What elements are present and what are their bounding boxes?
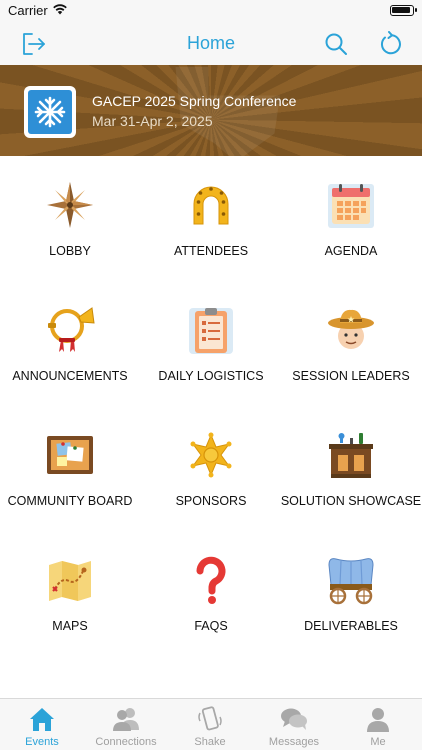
snowflake-logo-icon <box>34 96 66 128</box>
menu-item-daily-logistics[interactable]: DAILY LOGISTICS <box>141 281 281 406</box>
page-title: Home <box>186 33 235 53</box>
shake-phone-icon <box>198 706 222 731</box>
refresh-icon <box>380 31 401 55</box>
menu-item-solution-showcase[interactable]: SOLUTION SHOWCASE <box>281 406 421 531</box>
people-icon <box>113 708 139 731</box>
tab-events[interactable]: Events <box>0 699 84 750</box>
home-icon <box>30 708 54 731</box>
menu-item-attendees[interactable]: ATTENDEES <box>141 156 281 281</box>
cowboy-icon <box>328 309 374 349</box>
tab-label: Shake <box>194 736 226 748</box>
banner-texas-shape <box>175 67 280 156</box>
tab-label: Messages <box>268 736 320 748</box>
tab-label: Connections <box>95 736 157 748</box>
menu-item-deliverables[interactable]: DELIVERABLES <box>281 531 421 656</box>
event-menu-grid: LOBBY ATTENDEES AGENDA ANNOUNCEMENTS DAI… <box>0 156 422 698</box>
menu-item-label: COMMUNITY BOARD <box>7 494 133 508</box>
tab-me[interactable]: Me <box>336 699 420 750</box>
covered-wagon-icon <box>328 558 374 605</box>
menu-item-maps[interactable]: MAPS <box>0 531 140 656</box>
person-icon <box>367 708 389 732</box>
menu-item-label: DELIVERABLES <box>304 619 398 633</box>
menu-item-label: FAQS <box>194 619 228 633</box>
carrier-label: Carrier <box>8 3 48 18</box>
navigation-bar: Home <box>0 22 422 65</box>
question-mark-icon <box>196 556 226 604</box>
menu-item-label: ANNOUNCEMENTS <box>12 369 128 383</box>
menu-item-label: LOBBY <box>49 244 91 258</box>
compass-rose-icon <box>47 182 93 228</box>
menu-item-faqs[interactable]: FAQS <box>141 531 281 656</box>
treasure-map-icon <box>49 561 91 601</box>
status-bar: Carrier <box>0 0 422 22</box>
bugle-horn-icon <box>48 307 95 352</box>
menu-item-label: MAPS <box>52 619 88 633</box>
menu-item-community-board[interactable]: COMMUNITY BOARD <box>0 406 140 531</box>
menu-item-label: ATTENDEES <box>173 244 249 258</box>
menu-item-session-leaders[interactable]: SESSION LEADERS <box>281 281 421 406</box>
tab-label: Me <box>370 736 386 748</box>
event-dates: Mar 31-Apr 2, 2025 <box>92 113 213 129</box>
cork-board-icon <box>47 436 93 474</box>
search-icon <box>325 33 347 55</box>
event-name: GACEP 2025 Spring Conference <box>92 93 297 109</box>
menu-item-label: SPONSORS <box>175 494 247 508</box>
tab-connections[interactable]: Connections <box>84 699 168 750</box>
tab-bar: Events Connections Shake Messages Me <box>0 698 422 750</box>
menu-item-label: AGENDA <box>324 244 378 258</box>
horseshoe-icon <box>193 186 229 225</box>
menu-item-label: DAILY LOGISTICS <box>158 369 264 383</box>
tab-shake[interactable]: Shake <box>168 699 252 750</box>
search-button[interactable] <box>320 28 352 60</box>
wifi-icon <box>53 4 67 15</box>
sheriff-star-icon <box>190 432 232 478</box>
clipboard-icon <box>189 308 233 354</box>
tab-messages[interactable]: Messages <box>252 699 336 750</box>
menu-item-sponsors[interactable]: SPONSORS <box>141 406 281 531</box>
menu-item-label: SESSION LEADERS <box>292 369 410 383</box>
battery-icon <box>390 5 417 16</box>
menu-item-announcements[interactable]: ANNOUNCEMENTS <box>0 281 140 406</box>
calendar-icon <box>328 184 374 228</box>
saloon-bar-icon <box>329 433 373 478</box>
menu-item-label: SOLUTION SHOWCASE <box>280 494 422 508</box>
refresh-button[interactable] <box>374 28 406 60</box>
tab-label: Events <box>25 736 59 748</box>
event-banner[interactable] <box>0 65 422 156</box>
menu-item-agenda[interactable]: AGENDA <box>281 156 421 281</box>
menu-item-lobby[interactable]: LOBBY <box>0 156 140 281</box>
event-logo <box>24 86 76 138</box>
chat-bubbles-icon <box>281 708 307 730</box>
